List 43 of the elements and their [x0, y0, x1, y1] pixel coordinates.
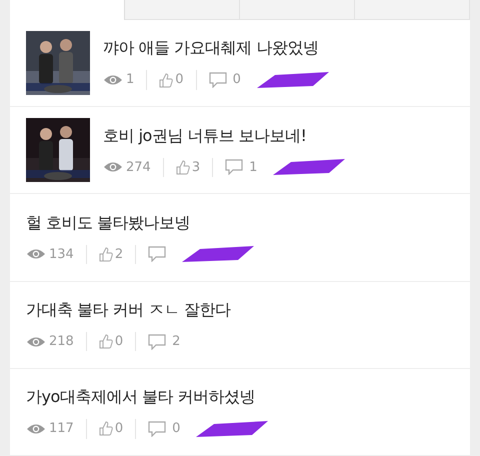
view-count: 134 [49, 244, 87, 264]
like-count: 0 [114, 419, 136, 439]
tab[interactable] [125, 0, 240, 20]
post-title[interactable]: 가yo대축제에서 불타 커버하셨넹 [26, 385, 268, 410]
like-count: 0 [175, 70, 197, 90]
tab[interactable] [355, 0, 470, 20]
view-count: 117 [49, 419, 87, 439]
comment-icon [148, 420, 166, 437]
thumbs-up-icon [98, 246, 113, 262]
view-count: 1 [126, 70, 148, 90]
post-title[interactable]: 꺄아 애들 가요대췌제 나왔었넹 [103, 36, 329, 60]
post-row[interactable]: 가yo대축제에서 불타 커버하셨넹 117 0 0 [10, 368, 470, 456]
post-row[interactable]: 헐 호비도 불타봤나보넹 134 2 [10, 194, 470, 282]
comment-icon [148, 334, 166, 350]
comment-count: 0 [172, 420, 180, 438]
eye-icon [26, 422, 46, 435]
eye-icon [103, 74, 123, 86]
tab[interactable] [240, 0, 355, 20]
comment-count: 1 [249, 158, 258, 177]
post-row[interactable]: 가대축 불타 커버 ㅈㄴ 잘한다 218 0 2 [10, 282, 470, 369]
eye-icon [26, 336, 46, 348]
view-count: 274 [126, 158, 164, 178]
comment-icon [225, 159, 244, 176]
like-count: 3 [192, 158, 214, 178]
like-count: 0 [114, 332, 136, 352]
post-title[interactable]: 헐 호비도 불타봤나보넹 [26, 210, 254, 235]
comment-count: 2 [172, 332, 180, 351]
comment-icon [148, 246, 166, 262]
thumbs-up-icon [159, 72, 174, 88]
view-count: 218 [49, 332, 87, 352]
like-count: 2 [114, 244, 136, 264]
thumbs-up-icon [176, 160, 190, 175]
eye-icon [103, 161, 123, 174]
tab[interactable] [10, 0, 125, 20]
comment-icon [208, 72, 227, 88]
comment-count: 0 [232, 71, 241, 90]
thumbs-up-icon [98, 334, 113, 350]
eye-icon [26, 248, 46, 260]
post-row[interactable]: 호비 jo권님 너튜브 보나보네! 274 3 1 [10, 107, 470, 194]
thumbs-up-icon [98, 421, 113, 436]
post-row[interactable]: 꺄아 애들 가요대췌제 나왔었넹 1 0 0 [10, 20, 470, 108]
post-title[interactable]: 호비 jo권님 너튜브 보나보네! [103, 124, 346, 148]
post-title[interactable]: 가대축 불타 커버 ㅈㄴ 잘한다 [26, 298, 230, 322]
